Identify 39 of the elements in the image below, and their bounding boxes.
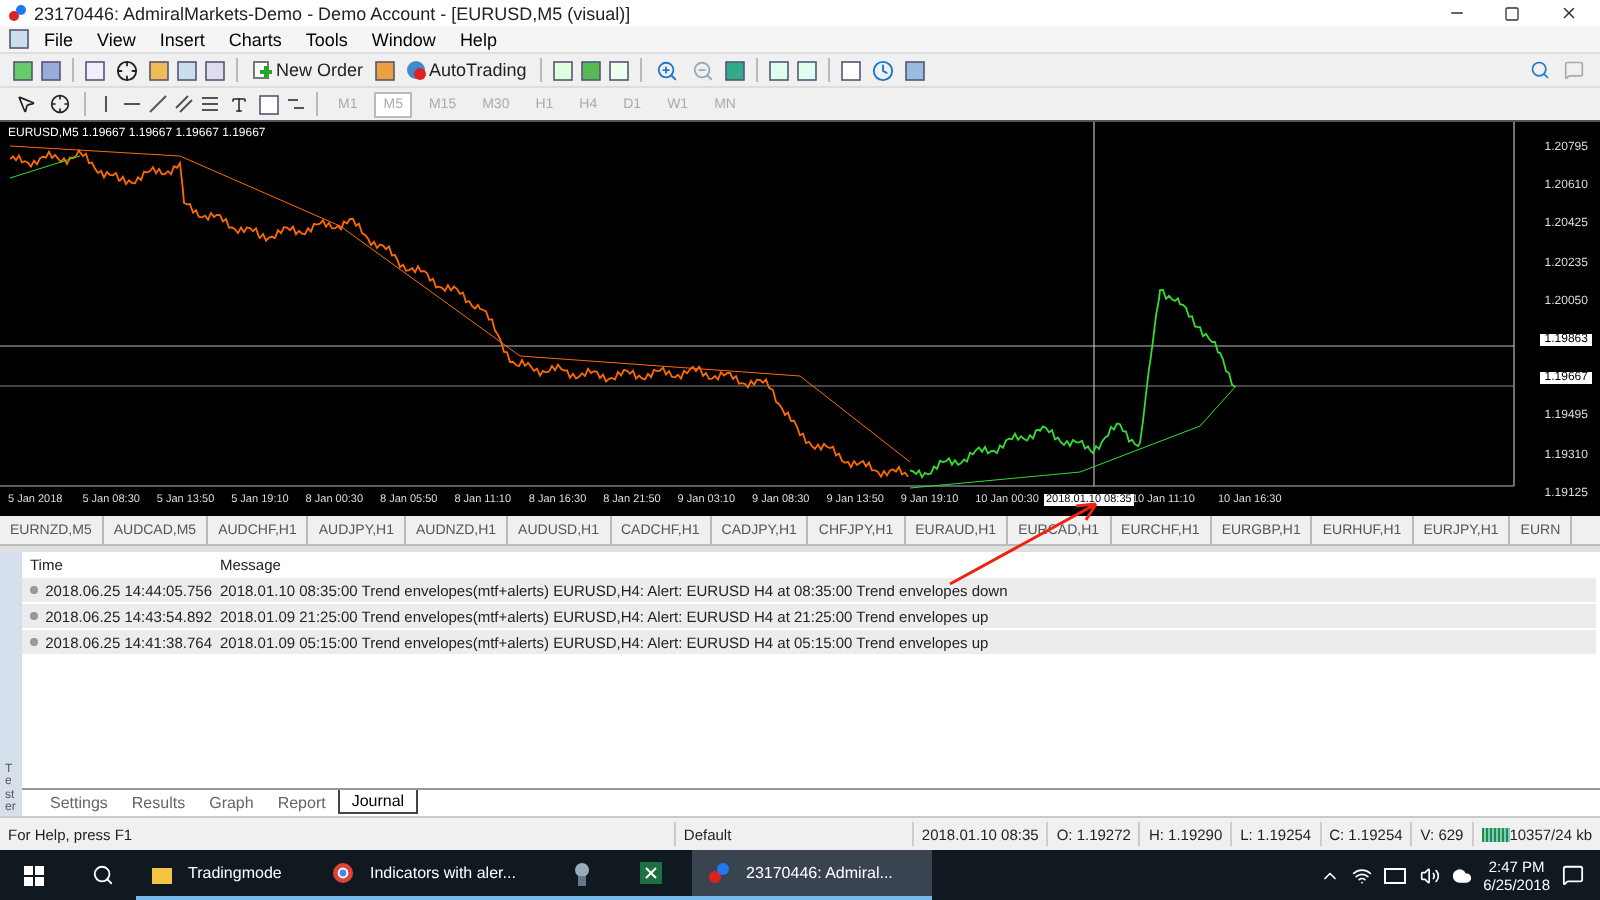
arrows-icon[interactable] bbox=[286, 94, 306, 114]
microphone-icon bbox=[572, 861, 592, 885]
taskbar-app[interactable]: Tradingmode bbox=[136, 850, 316, 900]
volume-icon[interactable] bbox=[1419, 865, 1440, 885]
tester-tab[interactable]: Results bbox=[119, 790, 198, 814]
tester-tab[interactable]: Report bbox=[265, 790, 338, 814]
battery-icon[interactable] bbox=[1383, 867, 1408, 883]
window-title: 23170446: AdmiralMarkets-Demo - Demo Account - [EURUSD,M5 (visual)] bbox=[34, 3, 633, 23]
menu-item[interactable]: Charts bbox=[218, 29, 292, 49]
network-icon[interactable] bbox=[1351, 865, 1372, 885]
close-icon[interactable] bbox=[1559, 4, 1577, 22]
periods-clock-icon[interactable] bbox=[868, 56, 899, 84]
new-order-button[interactable]: New Order bbox=[248, 56, 368, 84]
menu-item[interactable]: Window bbox=[361, 29, 446, 49]
menu-item[interactable]: View bbox=[87, 29, 146, 49]
fibonacci-icon[interactable] bbox=[200, 94, 220, 114]
restore-icon[interactable] bbox=[1504, 5, 1520, 21]
spreadsheet-icon bbox=[640, 862, 662, 884]
notifications-icon[interactable] bbox=[1562, 864, 1584, 886]
cloud-icon[interactable] bbox=[1451, 865, 1472, 885]
autotrading-icon bbox=[405, 60, 426, 80]
menu-item[interactable]: Help bbox=[449, 29, 507, 49]
app-logo-icon bbox=[708, 862, 730, 884]
tester-tab[interactable]: Journal bbox=[337, 790, 419, 814]
browser-icon bbox=[332, 862, 354, 884]
taskbar-app[interactable]: Indicators with aler... bbox=[316, 850, 556, 900]
menu-item[interactable]: Tools bbox=[295, 29, 358, 49]
channel-icon[interactable] bbox=[174, 94, 194, 114]
crosshair-icon[interactable] bbox=[46, 90, 74, 118]
tester-tab[interactable]: Graph bbox=[197, 790, 266, 814]
trend-line-icon[interactable] bbox=[148, 94, 168, 114]
navigator-crosshair-icon[interactable] bbox=[112, 56, 142, 84]
new-order-icon bbox=[252, 60, 272, 80]
taskbar-app[interactable]: 23170446: Admiral... bbox=[692, 850, 932, 900]
menu-item[interactable]: Insert bbox=[149, 29, 215, 49]
autotrading-button[interactable]: AutoTrading bbox=[401, 56, 531, 84]
tester-tab[interactable]: Settings bbox=[38, 790, 120, 814]
app-logo-icon bbox=[8, 4, 26, 22]
menu-item[interactable]: File bbox=[34, 29, 84, 49]
